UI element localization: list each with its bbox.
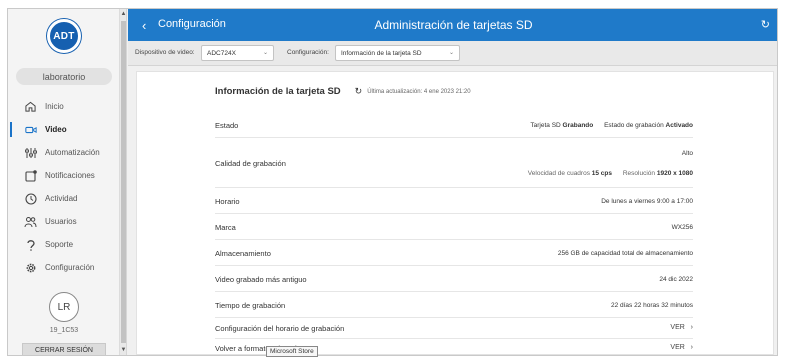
sidebar-item-label: Video [45,125,67,134]
recording-status-value: Activado [665,122,693,129]
avatar[interactable]: LR [49,292,79,322]
back-arrow-icon[interactable]: ‹ [142,18,146,33]
sidebar-item-configuracion[interactable]: Configuración [8,256,120,279]
resolution-value: 1920 x 1080 [656,170,693,177]
row-label: Video grabado más antiguo [215,275,307,284]
sidebar-item-label: Notificaciones [45,171,95,180]
avatar-initials: LR [57,301,71,313]
adt-logo[interactable]: ADT [47,19,81,53]
header-bar: Administración de tarjetas SD ‹ Configur… [128,9,777,41]
notification-icon [24,169,37,182]
row-value: WX256 [671,224,693,231]
sliders-icon [24,146,37,159]
user-id: 19_1C53 [49,327,79,334]
row-estado: Estado Tarjeta SD Grabando Estado de gra… [215,112,693,138]
section-title: Información de la tarjeta SD [215,86,341,97]
view-label: VER [670,344,685,351]
sidebar-item-inicio[interactable]: Inicio [8,95,120,118]
config-label: Configuración: [287,49,329,56]
sd-info-panel: Información de la tarjeta SD ↻ Última ac… [136,71,774,355]
refresh-icon[interactable]: ↻ [355,86,363,97]
sidebar-item-notificaciones[interactable]: Notificaciones [8,164,120,187]
row-calidad: Calidad de grabación Alto Velocidad de c… [215,138,693,188]
location-label: laboratorio [42,71,86,82]
scroll-down-arrow-icon[interactable]: ▼ [120,346,127,354]
back-link[interactable]: Configuración [158,18,226,30]
sidebar-item-soporte[interactable]: Soporte [8,233,120,256]
support-icon [24,238,37,251]
recording-status-label: Estado de grabación [604,122,664,129]
device-select[interactable]: ADC724X ⌄ [201,45,274,61]
chevron-right-icon: › [686,344,693,351]
last-update-text: Última actualización: 4 ene 2023 21:20 [367,88,471,95]
device-select-value: ADC724X [207,49,236,57]
row-value: 22 días 22 horas 32 minutos [610,302,693,309]
sidebar-item-label: Inicio [45,102,64,111]
location-selector[interactable]: laboratorio [16,68,112,85]
row-label: Horario [215,197,240,206]
sidebar-item-label: Automatización [45,148,100,157]
row-value: 256 GB de capacidad total de almacenamie… [557,250,693,257]
section-header: Información de la tarjeta SD ↻ Última ac… [215,86,471,97]
sidebar-item-usuarios[interactable]: Usuarios [8,210,120,233]
row-label: Tiempo de grabación [215,301,286,310]
config-select-value: Información de la tarjeta SD [341,49,422,57]
refresh-icon[interactable]: ↻ [761,18,770,31]
clock-icon [24,192,37,205]
sidebar: ADT laboratorio Inicio Video Automatizac… [8,9,120,355]
row-label: Estado [215,121,239,130]
logout-button[interactable]: CERRAR SESIÓN [22,343,106,355]
row-video-antiguo: Video grabado más antiguo 24 dic 2022 [215,266,693,292]
row-value: 24 dic 2022 [659,276,693,283]
users-icon [24,215,37,228]
sidebar-item-label: Soporte [45,240,74,249]
row-value: De lunes a viernes 9:00 a 17:00 [601,198,693,205]
config-select[interactable]: Información de la tarjeta SD ⌄ [335,45,460,61]
sidebar-nav: Inicio Video Automatización Notificacion… [8,95,120,279]
sidebar-item-automatizacion[interactable]: Automatización [8,141,120,164]
logo-text: ADT [53,30,75,42]
sd-card-status: Grabando [562,122,594,129]
sidebar-item-label: Usuarios [45,217,77,226]
scrollbar-thumb[interactable] [121,21,126,343]
quality-level: Alto [681,150,693,157]
row-marca: Marca WX256 [215,214,693,240]
sidebar-item-video[interactable]: Video [8,118,120,141]
row-almacenamiento: Almacenamiento 256 GB de capacidad total… [215,240,693,266]
sidebar-item-actividad[interactable]: Actividad [8,187,120,210]
app-window: ADT laboratorio Inicio Video Automatizac… [7,8,778,356]
view-schedule-link[interactable]: VER › [670,324,693,331]
chevron-down-icon: ⌄ [448,50,454,56]
row-config-horario[interactable]: Configuración del horario de grabación V… [215,318,693,339]
row-label: Almacenamiento [215,249,271,258]
row-horario: Horario De lunes a viernes 9:00 a 17:00 [215,188,693,214]
row-value: Tarjeta SD Grabando Estado de grabación … [530,122,693,129]
video-camera-icon [24,123,37,136]
toolbar: Dispositivo de video: ADC724X ⌄ Configur… [128,41,777,66]
fps-label: Velocidad de cuadros [527,170,590,177]
fps-value: 15 cps [591,170,613,177]
row-label: Configuración del horario de grabación [215,324,345,333]
chevron-right-icon: › [686,324,693,331]
sd-card-label: Tarjeta SD [530,122,561,129]
chevron-down-icon: ⌄ [262,50,268,56]
view-label: VER [670,324,685,331]
sidebar-item-label: Actividad [45,194,78,203]
scroll-up-arrow-icon[interactable]: ▲ [120,10,127,18]
home-icon [24,100,37,113]
sidebar-scrollbar[interactable]: ▲ ▼ [120,9,127,355]
row-tiempo-grabacion: Tiempo de grabación 22 días 22 horas 32 … [215,292,693,318]
quality-details: Velocidad de cuadros 15 cps Resolución 1… [528,170,693,177]
gear-icon [24,261,37,274]
device-label: Dispositivo de video: [135,49,195,56]
sidebar-item-label: Configuración [45,263,95,272]
resolution-label: Resolución [622,170,656,177]
row-label: Marca [215,223,236,232]
tooltip: Microsoft Store [266,346,318,357]
view-format-link[interactable]: VER › [670,344,693,351]
row-label: Calidad de grabación [215,159,286,168]
